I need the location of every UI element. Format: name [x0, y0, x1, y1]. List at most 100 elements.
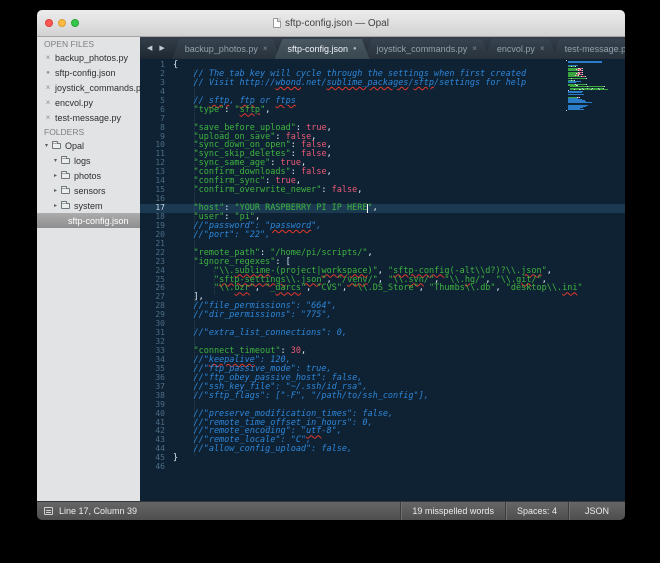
- code-line-text: "type": "sftp",: [193, 104, 271, 115]
- open-file-label: sftp-config.json: [55, 67, 116, 78]
- code-line[interactable]: 46: [140, 462, 625, 472]
- close-icon[interactable]: ×: [472, 45, 477, 53]
- code-line[interactable]: 26 "\\.bzr", "_darcs", "CVS", "\\.DS_Sto…: [140, 283, 625, 294]
- code-line[interactable]: 15 "confirm_overwrite_newer": false,: [140, 185, 625, 195]
- code-line[interactable]: 38 //"sftp_flags": ["-F", "/path/to/ssh_…: [140, 390, 625, 401]
- title-bar[interactable]: sftp-config.json — Opal: [37, 10, 625, 37]
- tree-folder-item[interactable]: ▾ Opal: [37, 138, 140, 153]
- code-line-text: // Visit http://wbond.net/sublime_packag…: [173, 77, 527, 88]
- open-file-item[interactable]: × encvol.py: [37, 95, 140, 110]
- code-line[interactable]: 44 //"allow_config_upload": false,: [140, 444, 625, 454]
- text-caret: [367, 204, 369, 213]
- code-line[interactable]: 3 // Visit http://wbond.net/sublime_pack…: [140, 77, 625, 88]
- open-file-label: joystick_commands.py: [55, 82, 140, 93]
- code-line-text: "\\.bzr", "_darcs", "CVS", "\\.DS_Store"…: [213, 283, 583, 294]
- back-icon[interactable]: ◀: [147, 45, 152, 52]
- indent-guide: [193, 70, 195, 455]
- tab-label: test-message.py: [564, 44, 625, 54]
- zoom-window-icon[interactable]: [71, 19, 79, 27]
- close-icon[interactable]: ×: [263, 45, 268, 53]
- tab-backup-photos-py[interactable]: backup_photos.py ×: [172, 39, 281, 59]
- tab-bar: ◀ ▶ backup_photos.py × sftp-config.json ● jo…: [140, 37, 625, 59]
- code-line[interactable]: 31 //"extra_list_connections": 0,: [140, 328, 625, 339]
- tree-folder-item[interactable]: ▾ logs: [37, 153, 140, 168]
- modified-dot-icon[interactable]: ●: [44, 70, 52, 76]
- open-file-label: backup_photos.py: [55, 52, 129, 63]
- code-line-text: //"extra_list_connections": 0,: [173, 328, 347, 339]
- misspelled-word: ini: [562, 283, 578, 294]
- chevron-right-icon[interactable]: ▸: [54, 202, 61, 209]
- misspelled-word: sftp: [239, 104, 261, 115]
- chevron-right-icon[interactable]: ▸: [54, 172, 61, 179]
- tab-label: joystick_commands.py: [376, 44, 468, 54]
- tab-sftp-config-json[interactable]: sftp-config.json ●: [275, 39, 370, 59]
- indentation-selector[interactable]: Spaces: 4: [504, 502, 568, 520]
- tree-file-item[interactable]: sftp-config.json: [37, 213, 140, 228]
- line-number: 46: [155, 462, 165, 472]
- close-icon[interactable]: ×: [540, 45, 545, 53]
- minimize-window-icon[interactable]: [58, 19, 66, 27]
- folder-icon: [61, 171, 70, 179]
- status-left: Line 17, Column 39: [37, 506, 137, 516]
- tab-test-message-py[interactable]: test-message.py×: [552, 39, 625, 59]
- indent-guide: [214, 267, 215, 294]
- tree-item-label: sensors: [74, 185, 106, 196]
- status-bar: Line 17, Column 39 19 misspelled words S…: [37, 501, 625, 520]
- open-file-item[interactable]: ● sftp-config.json: [37, 65, 140, 80]
- chevron-down-icon[interactable]: ▾: [45, 142, 52, 149]
- status-panel-icon[interactable]: [44, 507, 53, 515]
- tree-folder-item[interactable]: ▸ sensors: [37, 183, 140, 198]
- code-line-text: //"sftp_flags": ["-F", "/path/to/ssh_con…: [173, 390, 429, 401]
- folder-tree: ▾ Opal ▾ logs ▸ photos ▸ sensors ▸ system sftp-con…: [37, 138, 140, 228]
- tab-joystick-commands-py[interactable]: joystick_commands.py ×: [364, 39, 490, 59]
- open-file-item[interactable]: × test-message.py: [37, 110, 140, 125]
- minimap-line: [566, 111, 621, 112]
- sidebar: OPEN FILES × backup_photos.py ● sftp-config…: [37, 37, 140, 501]
- syntax-selector[interactable]: JSON: [567, 502, 625, 520]
- document-icon: [273, 18, 282, 28]
- misspelled-word: sublime_packages: [326, 77, 409, 88]
- forward-icon[interactable]: ▶: [159, 45, 164, 52]
- code-line[interactable]: 45}: [140, 453, 625, 464]
- tab-nav: ◀ ▶: [143, 37, 172, 59]
- code-line-text: }: [173, 453, 179, 464]
- close-icon[interactable]: ×: [44, 98, 52, 107]
- open-file-item[interactable]: × backup_photos.py: [37, 50, 140, 65]
- tree-folder-item[interactable]: ▸ photos: [37, 168, 140, 183]
- minimap[interactable]: [566, 60, 621, 112]
- tabs: backup_photos.py × sftp-config.json ● joysti…: [172, 39, 625, 59]
- misspelled-word: ftps: [275, 95, 296, 106]
- folder-icon: [61, 186, 70, 194]
- code-editor[interactable]: 1{2 // The tab key will cycle through th…: [140, 59, 625, 501]
- tree-folder-item[interactable]: ▸ system: [37, 198, 140, 213]
- modified-dot-icon[interactable]: ●: [353, 46, 357, 52]
- code-line[interactable]: 29 //"dir_permissions": "775",: [140, 310, 625, 320]
- window-title-group: sftp-config.json — Opal: [273, 18, 389, 29]
- code-line[interactable]: 20 //"port": "22",: [140, 230, 625, 240]
- chevron-down-icon[interactable]: ▾: [54, 157, 61, 164]
- traffic-lights: [45, 10, 79, 36]
- tab-label: backup_photos.py: [184, 44, 258, 54]
- close-window-icon[interactable]: [45, 19, 53, 27]
- close-icon[interactable]: ×: [44, 113, 52, 122]
- tab-encvol-py[interactable]: encvol.py ×: [484, 39, 558, 59]
- code-lines: 1{2 // The tab key will cycle through th…: [140, 60, 625, 472]
- close-icon[interactable]: ×: [44, 53, 52, 62]
- code-line[interactable]: 6 "type": "sftp",: [140, 104, 625, 115]
- open-file-item[interactable]: × joystick_commands.py: [37, 80, 140, 95]
- tree-item-label: logs: [74, 155, 91, 166]
- main-area: OPEN FILES × backup_photos.py ● sftp-config…: [37, 37, 625, 501]
- chevron-right-icon[interactable]: ▸: [54, 187, 61, 194]
- misspelled-word: darcs: [275, 283, 302, 294]
- editor-pane: ◀ ▶ backup_photos.py × sftp-config.json ● jo…: [140, 37, 625, 501]
- close-icon[interactable]: ×: [44, 83, 52, 92]
- open-files-header: OPEN FILES: [44, 39, 95, 49]
- window-title: sftp-config.json — Opal: [285, 17, 389, 29]
